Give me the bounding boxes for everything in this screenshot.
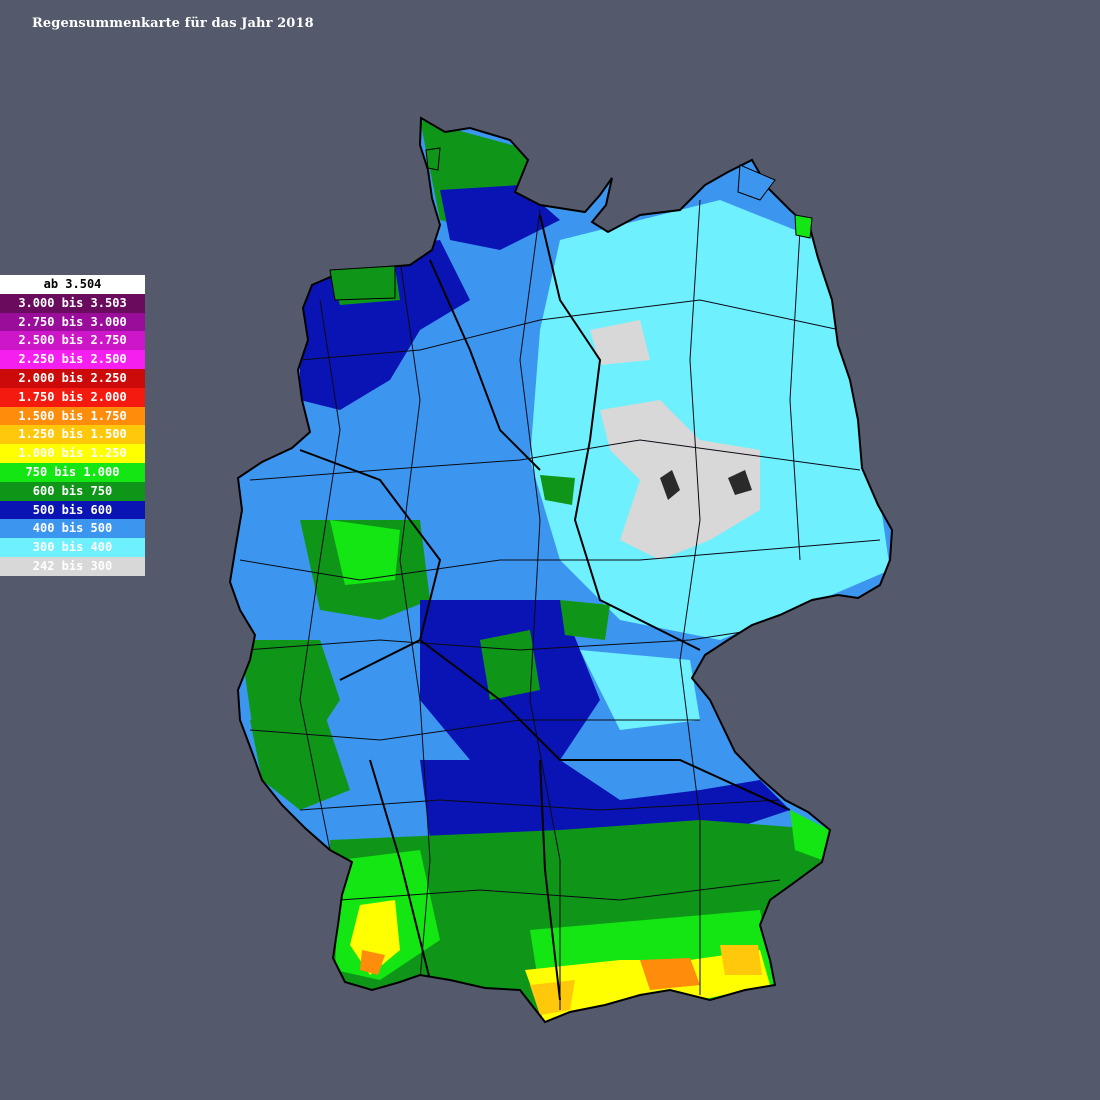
fill-300-400-east [530, 200, 890, 640]
map-svg [229, 117, 893, 1023]
germany-precipitation-map [0, 0, 1100, 1100]
fill-600-750-thuringia [560, 600, 610, 640]
east-frisian-islands [329, 265, 396, 301]
fill-1250-1500-berchtesgaden [720, 945, 762, 975]
usedom-island [794, 214, 813, 239]
fill-1500-1750-alps-east [640, 958, 700, 990]
sylt-island [425, 147, 441, 171]
